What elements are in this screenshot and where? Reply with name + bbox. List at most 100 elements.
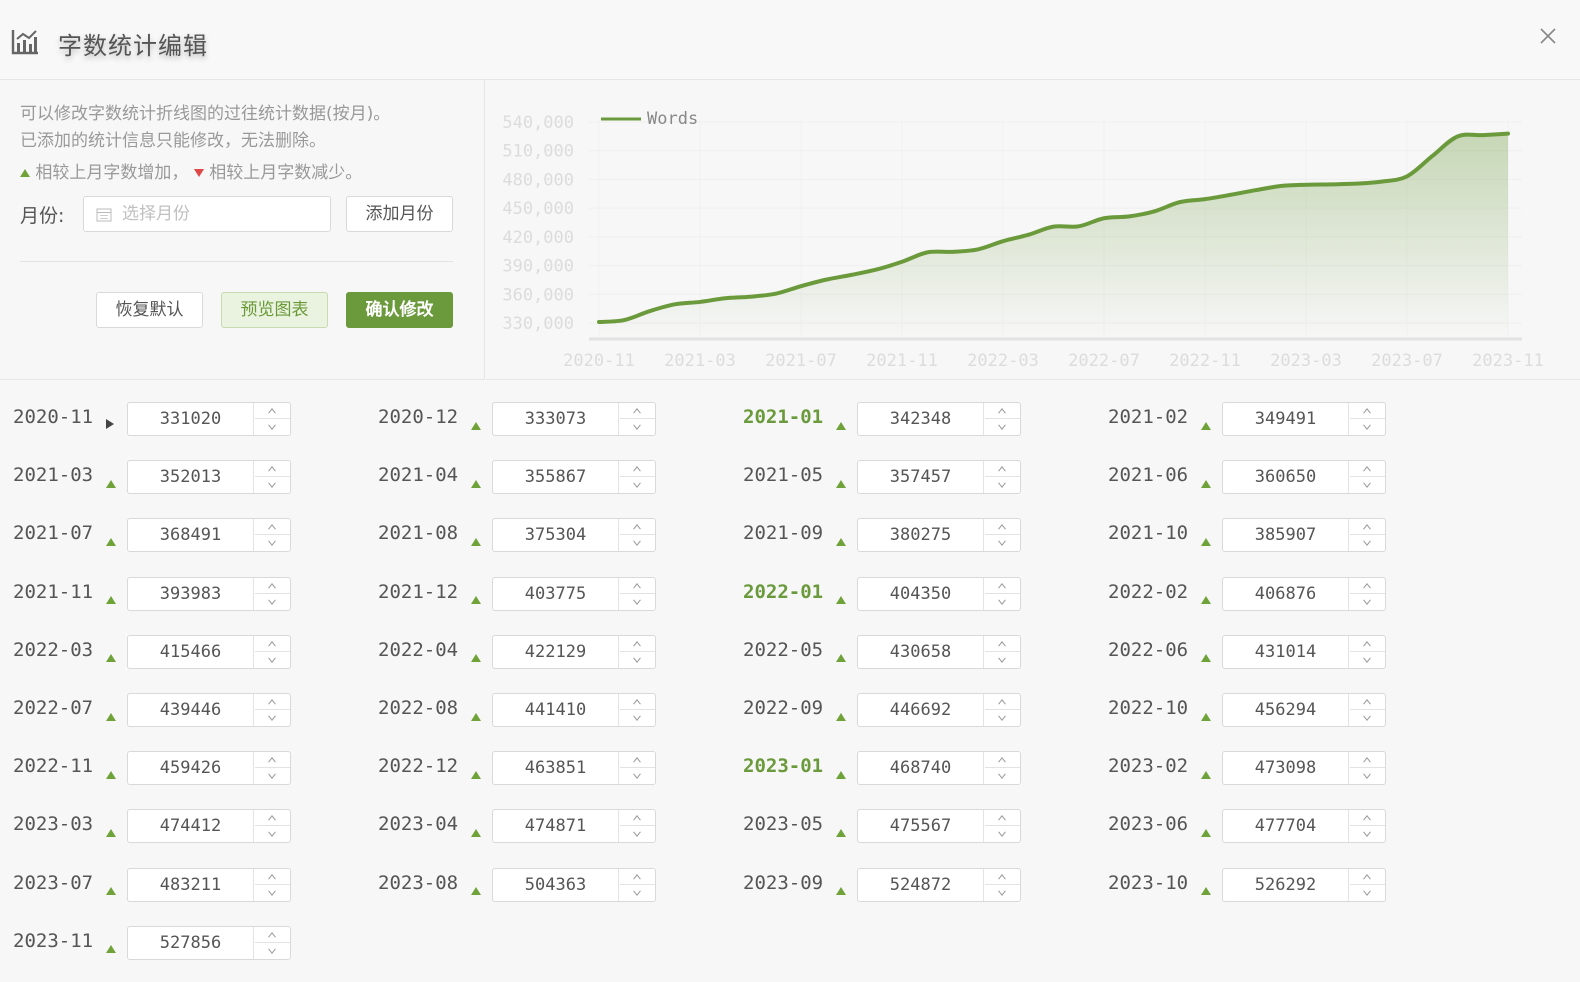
month-input[interactable] xyxy=(122,203,322,225)
increment-down-button[interactable] xyxy=(985,419,1020,435)
word-count-value[interactable]: 477704 xyxy=(1223,810,1349,843)
increment-up-button[interactable] xyxy=(985,519,1020,536)
word-count-input[interactable]: 431014 xyxy=(1222,634,1386,669)
increment-down-button[interactable] xyxy=(1350,594,1385,610)
increment-up-button[interactable] xyxy=(1350,869,1385,885)
word-count-value[interactable]: 352013 xyxy=(128,461,254,494)
increment-down-button[interactable] xyxy=(620,768,655,784)
increment-down-button[interactable] xyxy=(620,535,655,551)
increment-down-button[interactable] xyxy=(620,710,655,726)
word-count-input[interactable]: 406876 xyxy=(1222,576,1386,611)
word-count-value[interactable]: 468740 xyxy=(858,752,984,785)
increment-down-button[interactable] xyxy=(985,768,1020,784)
word-count-input[interactable]: 333073 xyxy=(492,402,656,436)
increment-down-button[interactable] xyxy=(620,885,655,901)
increment-up-button[interactable] xyxy=(985,578,1020,594)
increment-down-button[interactable] xyxy=(255,477,290,493)
word-count-input[interactable]: 526292 xyxy=(1222,867,1386,902)
word-count-value[interactable]: 474871 xyxy=(493,810,619,843)
increment-up-button[interactable] xyxy=(985,869,1020,885)
increment-up-button[interactable] xyxy=(985,403,1020,419)
word-count-input[interactable]: 380275 xyxy=(857,518,1021,553)
increment-up-button[interactable] xyxy=(1350,752,1385,769)
word-count-value[interactable]: 441410 xyxy=(493,694,619,726)
word-count-input[interactable]: 524872 xyxy=(857,867,1021,902)
increment-down-button[interactable] xyxy=(620,477,655,493)
increment-up-button[interactable] xyxy=(620,461,655,478)
increment-up-button[interactable] xyxy=(255,578,290,594)
increment-down-button[interactable] xyxy=(255,419,290,435)
increment-up-button[interactable] xyxy=(985,810,1020,827)
increment-down-button[interactable] xyxy=(255,594,290,610)
increment-down-button[interactable] xyxy=(1350,768,1385,784)
increment-down-button[interactable] xyxy=(1350,535,1385,551)
increment-up-button[interactable] xyxy=(620,752,655,769)
increment-down-button[interactable] xyxy=(620,419,655,435)
word-count-value[interactable]: 403775 xyxy=(493,577,619,610)
word-count-input[interactable]: 385907 xyxy=(1222,518,1386,553)
word-count-input[interactable]: 441410 xyxy=(492,693,656,727)
word-count-input[interactable]: 331020 xyxy=(127,402,291,436)
increment-up-button[interactable] xyxy=(620,636,655,652)
increment-down-button[interactable] xyxy=(255,652,290,668)
increment-up-button[interactable] xyxy=(1350,810,1385,827)
word-count-value[interactable]: 404350 xyxy=(858,577,984,610)
increment-up-button[interactable] xyxy=(620,869,655,885)
word-count-value[interactable]: 393983 xyxy=(128,577,254,610)
increment-up-button[interactable] xyxy=(255,461,290,478)
word-count-input[interactable]: 477704 xyxy=(1222,809,1386,844)
word-count-input[interactable]: 360650 xyxy=(1222,460,1386,495)
word-count-input[interactable]: 352013 xyxy=(127,460,291,495)
month-picker[interactable] xyxy=(83,196,331,232)
word-count-input[interactable]: 474871 xyxy=(492,809,656,844)
word-count-value[interactable]: 430658 xyxy=(858,635,984,668)
preview-chart-button[interactable]: 预览图表 xyxy=(221,292,328,328)
word-count-value[interactable]: 375304 xyxy=(493,519,619,552)
reset-default-button[interactable]: 恢复默认 xyxy=(96,292,203,328)
increment-down-button[interactable] xyxy=(255,943,290,959)
increment-up-button[interactable] xyxy=(255,636,290,652)
word-count-value[interactable]: 504363 xyxy=(493,868,619,901)
word-count-input[interactable]: 355867 xyxy=(492,460,656,495)
word-count-input[interactable]: 403775 xyxy=(492,576,656,611)
word-count-input[interactable]: 430658 xyxy=(857,634,1021,669)
increment-up-button[interactable] xyxy=(620,810,655,827)
increment-up-button[interactable] xyxy=(620,578,655,594)
word-count-input[interactable]: 459426 xyxy=(127,751,291,786)
word-count-value[interactable]: 406876 xyxy=(1223,577,1349,610)
close-icon[interactable] xyxy=(1536,24,1560,48)
word-count-value[interactable]: 473098 xyxy=(1223,752,1349,785)
increment-down-button[interactable] xyxy=(1350,477,1385,493)
increment-up-button[interactable] xyxy=(620,403,655,419)
word-count-value[interactable]: 527856 xyxy=(128,926,254,959)
increment-up-button[interactable] xyxy=(1350,461,1385,478)
increment-up-button[interactable] xyxy=(620,519,655,536)
word-count-value[interactable]: 475567 xyxy=(858,810,984,843)
word-count-value[interactable]: 456294 xyxy=(1223,694,1349,726)
word-count-value[interactable]: 360650 xyxy=(1223,461,1349,494)
increment-down-button[interactable] xyxy=(620,652,655,668)
word-count-input[interactable]: 483211 xyxy=(127,867,291,902)
increment-up-button[interactable] xyxy=(1350,519,1385,536)
word-count-value[interactable]: 474412 xyxy=(128,810,254,843)
increment-up-button[interactable] xyxy=(985,461,1020,478)
word-count-value[interactable]: 459426 xyxy=(128,752,254,785)
increment-up-button[interactable] xyxy=(255,519,290,536)
word-count-input[interactable]: 473098 xyxy=(1222,751,1386,786)
increment-up-button[interactable] xyxy=(1350,403,1385,419)
word-count-value[interactable]: 422129 xyxy=(493,635,619,668)
increment-up-button[interactable] xyxy=(255,694,290,710)
increment-up-button[interactable] xyxy=(1350,694,1385,710)
increment-down-button[interactable] xyxy=(985,477,1020,493)
word-count-input[interactable]: 415466 xyxy=(127,634,291,669)
increment-down-button[interactable] xyxy=(985,652,1020,668)
increment-down-button[interactable] xyxy=(1350,885,1385,901)
word-count-value[interactable]: 526292 xyxy=(1223,868,1349,901)
word-count-value[interactable]: 446692 xyxy=(858,694,984,726)
increment-up-button[interactable] xyxy=(1350,578,1385,594)
increment-down-button[interactable] xyxy=(255,885,290,901)
increment-up-button[interactable] xyxy=(255,869,290,885)
increment-up-button[interactable] xyxy=(985,752,1020,769)
word-count-input[interactable]: 357457 xyxy=(857,460,1021,495)
word-count-input[interactable]: 463851 xyxy=(492,751,656,786)
